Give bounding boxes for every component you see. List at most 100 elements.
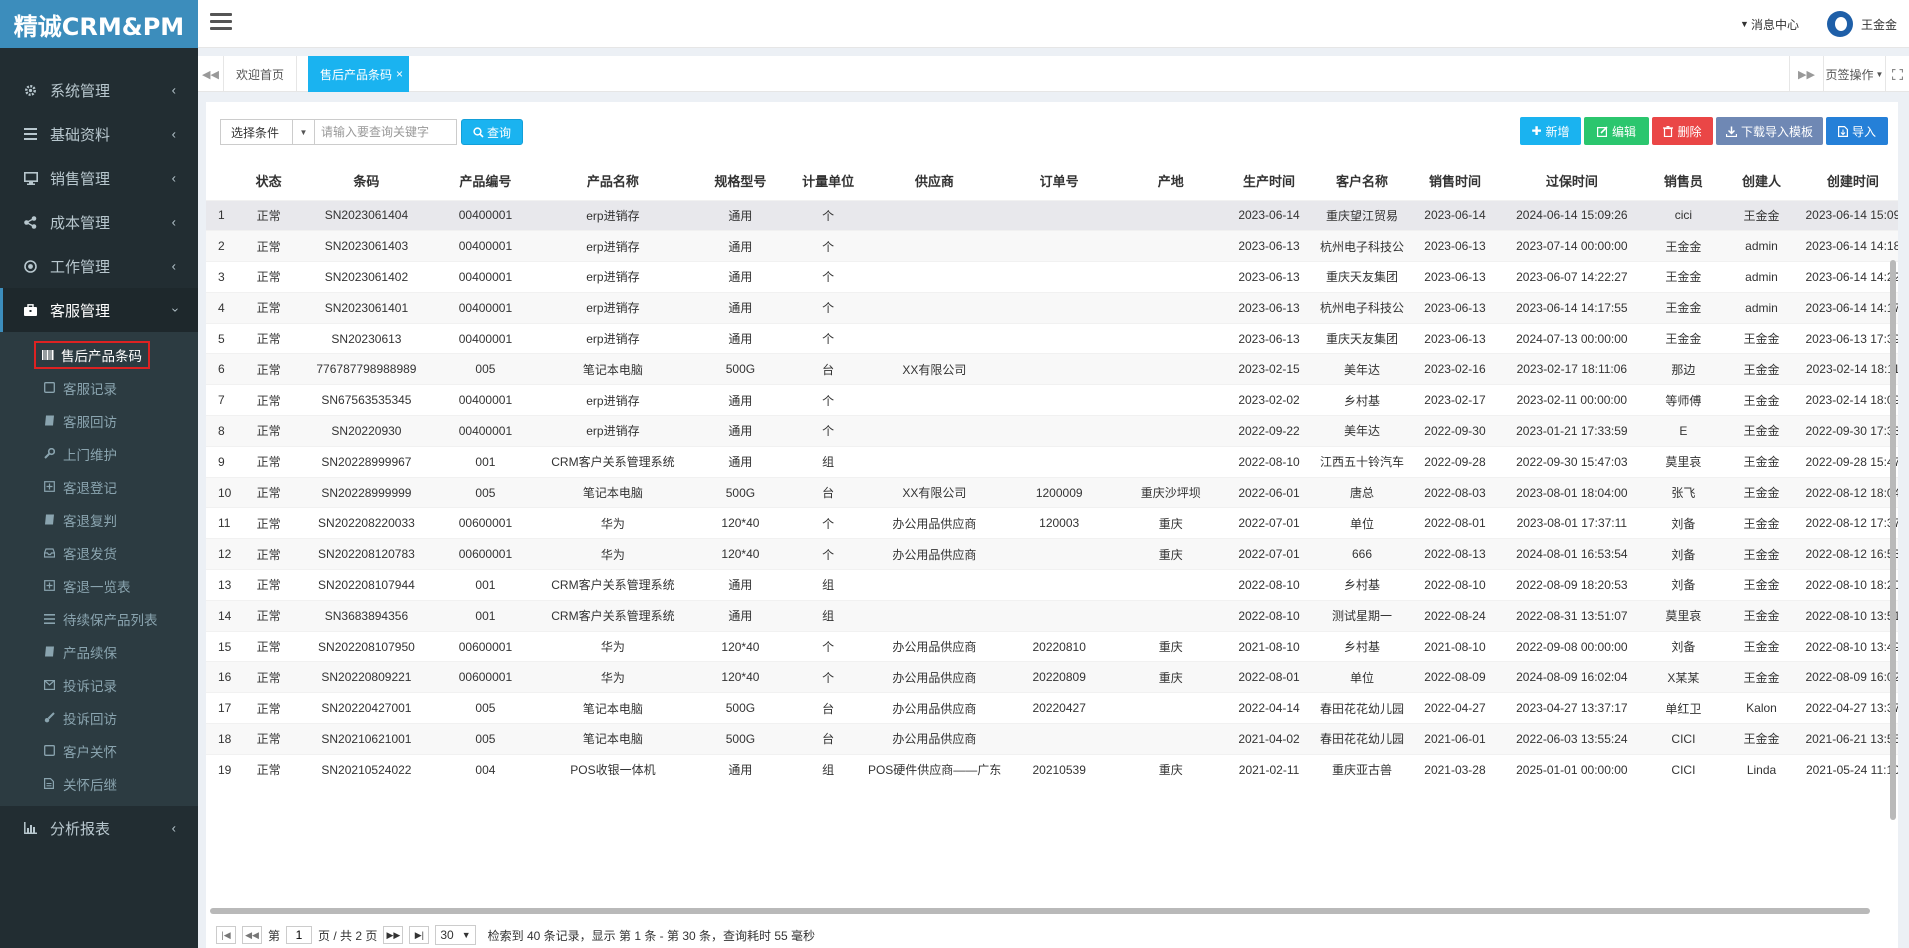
page-number-input[interactable] <box>286 926 313 944</box>
sidebar-item-sales[interactable]: 销售管理 ‹ <box>0 156 198 200</box>
table-cell: 2023-06-13 <box>1223 322 1315 354</box>
column-header[interactable]: 订单号 <box>1000 162 1118 200</box>
table-cell <box>867 445 1001 478</box>
table-row[interactable]: 6 正常 776787798988989 005 笔记本电脑 500G 台 XX有限公司 202… <box>206 353 1898 385</box>
submenu-onsite-maintenance[interactable]: 上门维护 <box>0 437 198 470</box>
column-header[interactable]: 产品编号 <box>437 162 534 200</box>
table-cell: 美年达 <box>1314 415 1410 447</box>
column-header[interactable]: 生产时间 <box>1223 162 1315 200</box>
add-button[interactable]: ✚ 新增 <box>1520 117 1581 145</box>
search-input[interactable] <box>315 119 457 145</box>
next-page-icon[interactable]: ▶▶ <box>383 926 404 944</box>
fullscreen-icon[interactable] <box>1885 56 1909 92</box>
user-menu[interactable]: 王金金 <box>1826 11 1897 37</box>
column-header[interactable]: 产品名称 <box>533 162 693 200</box>
delete-button[interactable]: 删除 <box>1652 117 1713 145</box>
tab-operations-dropdown[interactable]: 页签操作 ▼ <box>1823 56 1885 92</box>
column-header[interactable]: 过保时间 <box>1500 162 1644 200</box>
submenu-care-followup[interactable]: 关怀后继 <box>0 767 198 800</box>
edit-button[interactable]: 编辑 <box>1584 117 1649 145</box>
sidebar-item-work[interactable]: 工作管理 ‹ <box>0 244 198 288</box>
table-row[interactable]: 14 正常 SN3683894356 001 CRM客户关系管理系统 通用组 2022-08… <box>206 599 1898 632</box>
table-row[interactable]: 15 正常 SN202208107950 00600001 华为 120*40 个办公用品供… <box>206 630 1898 662</box>
column-header[interactable]: 销售时间 <box>1409 162 1501 200</box>
column-header[interactable]: 条码 <box>295 162 438 200</box>
submenu-return-register[interactable]: 客退登记 <box>0 470 198 503</box>
message-center[interactable]: ▼ 消息中心 <box>1740 16 1799 33</box>
table-cell: 个 <box>788 630 868 662</box>
column-header[interactable]: 客户名称 <box>1314 162 1410 200</box>
column-header[interactable]: 规格型号 <box>692 162 789 200</box>
table-row[interactable]: 16 正常 SN20220809221 00600001 华为 120*40 个办公用品供应… <box>206 661 1898 693</box>
prev-page-icon[interactable]: ◀◀ <box>242 926 262 944</box>
tab-after-sales-barcode[interactable]: 售后产品条码 × <box>308 56 410 92</box>
table-cell: 2022-09-08 00:00:00 <box>1500 630 1644 662</box>
submenu-complaint-record[interactable]: 投诉记录 <box>0 668 198 701</box>
table-cell: 11 <box>206 507 243 539</box>
column-header[interactable]: 计量单位 <box>788 162 868 200</box>
table-cell: 2021-08-10 <box>1409 630 1501 662</box>
sidebar-item-reports[interactable]: 分析报表 ‹ <box>0 806 198 850</box>
wrench-icon <box>44 448 60 459</box>
table-row[interactable]: 13 正常 SN202208107944 001 CRM客户关系管理系统 通用组 2022-… <box>206 569 1898 601</box>
table-row[interactable]: 19 正常 SN20210524022 004 POS收银一体机 通用组 POS硬件供应商—… <box>206 753 1898 786</box>
close-icon[interactable]: × <box>396 67 403 81</box>
submenu-complaint-revisit[interactable]: 投诉回访 <box>0 701 198 734</box>
table-cell: 个 <box>788 291 868 324</box>
submenu-after-sales-barcode[interactable]: 售后产品条码 <box>0 338 198 371</box>
horizontal-scrollbar[interactable] <box>210 908 1870 914</box>
column-header[interactable]: 销售员 <box>1643 162 1724 200</box>
table-row[interactable]: 5 正常 SN20230613 00400001 erp进销存 通用个 2023-06-13… <box>206 322 1898 354</box>
tab-home[interactable]: 欢迎首页 <box>224 56 298 92</box>
table-row[interactable]: 2 正常 SN2023061403 00400001 erp进销存 通用个 2023-06-… <box>206 230 1898 262</box>
import-button[interactable]: 导入 <box>1826 117 1888 145</box>
table-row[interactable]: 12 正常 SN202208120783 00600001 华为 120*40 个办公用品供… <box>206 538 1898 570</box>
sidebar-item-basic-data[interactable]: 基础资料 ‹ <box>0 112 198 156</box>
table-row[interactable]: 8 正常 SN20220930 00400001 erp进销存 通用个 2022-09-22… <box>206 415 1898 447</box>
sidebar-item-system[interactable]: 系统管理 ‹ <box>0 68 198 112</box>
column-header[interactable]: 产地 <box>1117 162 1224 200</box>
last-page-icon[interactable]: ▶| <box>409 926 430 944</box>
page-size-select[interactable]: 30 ▼ <box>435 925 476 945</box>
submenu-product-renewal[interactable]: 产品续保 <box>0 635 198 668</box>
table-row[interactable]: 9 正常 SN20228999967 001 CRM客户关系管理系统 通用组 2022-08… <box>206 445 1898 478</box>
column-header[interactable]: 创建人 <box>1723 162 1800 200</box>
column-header[interactable]: 创建时间 <box>1799 162 1898 200</box>
submenu-return-review[interactable]: 客退复判 <box>0 503 198 536</box>
table-cell <box>867 291 1001 324</box>
submenu-return-shipping[interactable]: 客退发货 <box>0 536 198 569</box>
vertical-scrollbar[interactable] <box>1890 260 1896 820</box>
table-cell: 00600001 <box>437 630 534 662</box>
first-page-icon[interactable]: |◀ <box>216 926 236 944</box>
table-cell: 王金金 <box>1723 353 1800 385</box>
table-row[interactable]: 18 正常 SN20210621001 005 笔记本电脑 500G 台办公用品供应商 202… <box>206 723 1898 755</box>
submenu-customer-care[interactable]: 客户关怀 <box>0 734 198 767</box>
table-cell: 通用 <box>692 753 789 786</box>
submenu-return-overview[interactable]: 客退一览表 <box>0 569 198 602</box>
table-row[interactable]: 7 正常 SN67563535345 00400001 erp进销存 通用个 2023-02… <box>206 384 1898 416</box>
column-header[interactable] <box>206 162 243 200</box>
menu-toggle-icon[interactable] <box>210 13 232 33</box>
condition-select[interactable]: 选择条件 ▼ <box>220 119 315 145</box>
tab-label: 欢迎首页 <box>236 67 285 82</box>
table-row[interactable]: 3 正常 SN2023061402 00400001 erp进销存 通用个 2023-06-… <box>206 261 1898 293</box>
submenu-pending-renewal-list[interactable]: 待续保产品列表 <box>0 602 198 635</box>
submenu-service-revisit[interactable]: 客服回访 <box>0 404 198 437</box>
table-row[interactable]: 4 正常 SN2023061401 00400001 erp进销存 通用个 2023-06-… <box>206 291 1898 324</box>
table-row[interactable]: 1 正常 SN2023061404 00400001 erp进销存 通用个 2023-06-… <box>206 199 1898 231</box>
table-row[interactable]: 11 正常 SN202208220033 00600001 华为 120*40 个办公用品供… <box>206 507 1898 539</box>
app-logo[interactable]: 精诚CRM&PM <box>0 0 198 48</box>
sidebar-item-customer-service[interactable]: 客服管理 ‹ <box>0 288 198 332</box>
table-cell: 2023-06-14 14:18 <box>1799 230 1898 262</box>
sidebar-item-cost[interactable]: 成本管理 ‹ <box>0 200 198 244</box>
submenu-label: 客退发货 <box>63 546 117 562</box>
download-template-button[interactable]: 下载导入模板 <box>1716 117 1823 145</box>
tabs-scroll-right-icon[interactable]: ▶▶ <box>1789 56 1823 92</box>
column-header[interactable]: 供应商 <box>867 162 1001 200</box>
table-row[interactable]: 17 正常 SN20220427001 005 笔记本电脑 500G 台办公用品供应商 202… <box>206 692 1898 724</box>
tabs-scroll-left-icon[interactable]: ◀◀ <box>198 56 224 92</box>
table-row[interactable]: 10 正常 SN20228999999 005 笔记本电脑 500G 台 XX有限公司 1200… <box>206 476 1898 508</box>
submenu-service-record[interactable]: 客服记录 <box>0 371 198 404</box>
search-button[interactable]: 查询 <box>461 119 523 145</box>
column-header[interactable]: 状态 <box>242 162 296 200</box>
